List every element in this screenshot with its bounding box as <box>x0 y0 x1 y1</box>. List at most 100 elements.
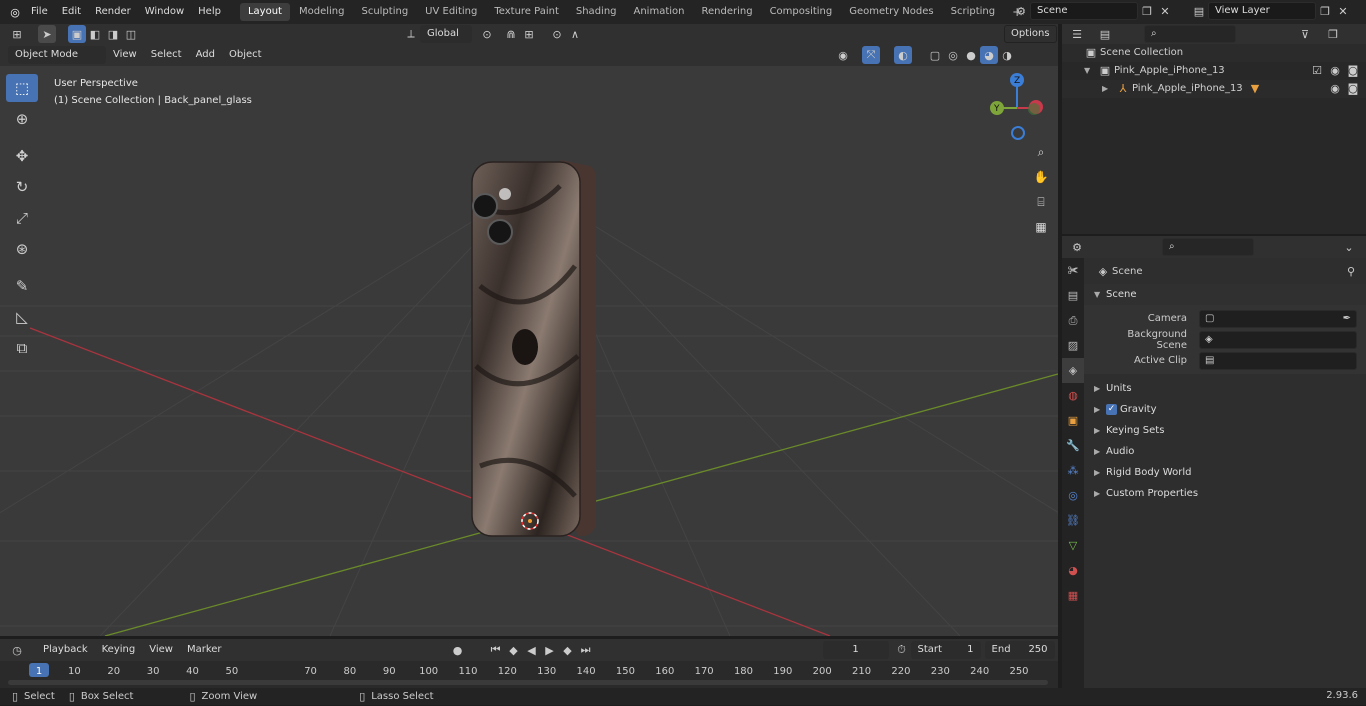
tab-animation[interactable]: Animation <box>626 3 693 21</box>
timeline-menu-marker[interactable]: Marker <box>180 638 229 662</box>
tab-compositing[interactable]: Compositing <box>762 3 841 21</box>
outliner-editor-type-icon[interactable]: ☰ <box>1068 25 1086 43</box>
pin-icon[interactable]: ⚲ <box>1342 262 1360 280</box>
timeline-menu-keying[interactable]: Keying <box>95 638 143 662</box>
jump-start-icon[interactable]: ⏮ <box>487 641 505 659</box>
transform-orientation-dropdown[interactable]: Global <box>420 25 472 43</box>
outliner-row-scene-collection[interactable]: ▣ Scene Collection <box>1062 44 1366 62</box>
new-scene-icon[interactable]: ❐ <box>1138 2 1156 20</box>
particles-tab-icon[interactable]: ⁂ <box>1062 458 1084 483</box>
custom-properties-panel-header[interactable]: ▶ Custom Properties <box>1084 483 1366 504</box>
eye-icon[interactable]: ◉ <box>1326 62 1344 80</box>
shading-solid-icon[interactable]: ● <box>962 46 980 64</box>
outliner-row-collection[interactable]: ▼ ▣ Pink_Apple_iPhone_13 ☑ ◉ ◙ <box>1062 62 1366 80</box>
add-cube-tool-icon[interactable]: ⧉ <box>6 334 38 362</box>
move-tool-icon[interactable]: ✥ <box>6 142 38 170</box>
shading-material-icon[interactable]: ◕ <box>980 46 998 64</box>
modifier-tab-icon[interactable]: 🔧 <box>1062 433 1084 458</box>
outliner-row-object[interactable]: ▶ ⅄ Pink_Apple_iPhone_13 ▼ ◉ ◙ <box>1062 80 1366 98</box>
visibility-icon[interactable]: ◉ <box>834 46 852 64</box>
output-tab-icon[interactable]: ⎙ <box>1062 308 1084 333</box>
gravity-checkbox-icon[interactable]: ✓ <box>1106 404 1117 415</box>
start-frame-field[interactable]: Start 1 <box>910 641 981 659</box>
texture-tab-icon[interactable]: ▦ <box>1062 583 1084 608</box>
camera-view-icon[interactable]: ⌸ <box>1030 191 1052 213</box>
proportional-edit-icon[interactable]: ⊙ <box>548 25 566 43</box>
snap-icon[interactable]: ⋒ <box>502 25 520 43</box>
3d-viewport[interactable] <box>0 66 1058 636</box>
expand-object-icon[interactable]: ▶ <box>1102 80 1114 98</box>
object-tab-icon[interactable]: ▣ <box>1062 408 1084 433</box>
children-filter-icon[interactable]: ▼ <box>1246 80 1264 98</box>
shading-wireframe-icon[interactable]: ◎ <box>944 46 962 64</box>
gizmo-toggle-icon[interactable]: ⤧ <box>862 46 880 64</box>
constraints-tab-icon[interactable]: ⛓ <box>1062 508 1084 533</box>
view-layer-selector[interactable]: ▤ View Layer ❐ ✕ <box>1190 2 1352 20</box>
units-panel-header[interactable]: ▶ Units <box>1084 378 1366 399</box>
pan-hand-icon[interactable]: ✋ <box>1030 166 1052 188</box>
measure-tool-icon[interactable]: ◺ <box>6 303 38 331</box>
timeline-scrollbar[interactable] <box>8 680 1048 685</box>
next-keyframe-icon[interactable]: ◆ <box>559 641 577 659</box>
keying-sets-panel-header[interactable]: ▶ Keying Sets <box>1084 420 1366 441</box>
menu-edit[interactable]: Edit <box>55 0 88 24</box>
prev-keyframe-icon[interactable]: ◆ <box>505 641 523 659</box>
end-frame-field[interactable]: End 250 <box>984 641 1055 659</box>
record-icon[interactable]: ● <box>449 641 467 659</box>
navigation-gizmo[interactable]: Z Y <box>980 70 1050 145</box>
editor-type-icon[interactable]: ⊞ <box>8 25 26 43</box>
object-render-icon[interactable]: ◙ <box>1344 80 1362 98</box>
scene-tab-icon[interactable]: ◈ <box>1062 358 1084 383</box>
mode-dropdown[interactable]: Object Mode <box>8 46 106 64</box>
snap-target-icon[interactable]: ⊞ <box>520 25 538 43</box>
select-mode-intersect-icon[interactable]: ◫ <box>122 25 140 43</box>
pivot-point-icon[interactable]: ⊙ <box>478 25 496 43</box>
select-mode-new-icon[interactable]: ▣ <box>68 25 86 43</box>
eyedropper-icon[interactable]: ✒ <box>1343 313 1351 324</box>
overlay-toggle-icon[interactable]: ◐ <box>894 46 912 64</box>
active-clip-field[interactable]: ▤ <box>1199 351 1357 370</box>
viewport-menu-select[interactable]: Select <box>144 43 189 67</box>
audio-panel-header[interactable]: ▶ Audio <box>1084 441 1366 462</box>
play-icon[interactable]: ▶ <box>541 641 559 659</box>
rigid-body-world-panel-header[interactable]: ▶ Rigid Body World <box>1084 462 1366 483</box>
menu-window[interactable]: Window <box>138 0 191 24</box>
delete-scene-icon[interactable]: ✕ <box>1156 2 1174 20</box>
exclude-checkbox-icon[interactable]: ☑ <box>1308 62 1326 80</box>
filter-icon[interactable]: ⊽ <box>1296 25 1314 43</box>
timeline-editor-type-icon[interactable]: ◷ <box>8 641 26 659</box>
data-tab-icon[interactable]: ▽ <box>1062 533 1084 558</box>
transform-tool-icon[interactable]: ⊛ <box>6 235 38 263</box>
select-mode-subtract-icon[interactable]: ◨ <box>104 25 122 43</box>
xray-icon[interactable]: ▢ <box>926 46 944 64</box>
tab-rendering[interactable]: Rendering <box>693 3 760 21</box>
background-scene-field[interactable]: ◈ <box>1199 330 1357 349</box>
render-tab-icon[interactable]: ▤ <box>1062 283 1084 308</box>
current-frame-field[interactable]: 1 <box>822 641 889 659</box>
falloff-icon[interactable]: ∧ <box>566 25 584 43</box>
menu-file[interactable]: File <box>24 0 55 24</box>
timeline-menu-playback[interactable]: Playback <box>36 638 95 662</box>
tab-sculpting[interactable]: Sculpting <box>353 3 416 21</box>
scene-panel-header[interactable]: ▼ Scene <box>1084 284 1366 305</box>
world-tab-icon[interactable]: ◍ <box>1062 383 1084 408</box>
annotate-tool-icon[interactable]: ✎ <box>6 272 38 300</box>
render-camera-icon[interactable]: ◙ <box>1344 62 1362 80</box>
delete-view-layer-icon[interactable]: ✕ <box>1334 2 1352 20</box>
scene-selector[interactable]: ⚙ Scene ❐ ✕ <box>1012 2 1174 20</box>
tab-shading[interactable]: Shading <box>568 3 625 21</box>
object-eye-icon[interactable]: ◉ <box>1326 80 1344 98</box>
properties-options-icon[interactable]: ⌄ <box>1340 238 1358 256</box>
new-view-layer-icon[interactable]: ❐ <box>1316 2 1334 20</box>
timeline-menu-view[interactable]: View <box>142 638 180 662</box>
viewport-menu-object[interactable]: Object <box>222 43 269 67</box>
tab-uv-editing[interactable]: UV Editing <box>417 3 485 21</box>
play-reverse-icon[interactable]: ◀ <box>523 641 541 659</box>
expand-icon[interactable]: ▼ <box>1084 62 1096 80</box>
iphone-model[interactable] <box>471 160 596 537</box>
viewport-menu-add[interactable]: Add <box>189 43 222 67</box>
scene-name-field[interactable]: Scene <box>1030 2 1138 20</box>
shading-rendered-icon[interactable]: ◑ <box>998 46 1016 64</box>
select-mode-extend-icon[interactable]: ◧ <box>86 25 104 43</box>
physics-tab-icon[interactable]: ◎ <box>1062 483 1084 508</box>
